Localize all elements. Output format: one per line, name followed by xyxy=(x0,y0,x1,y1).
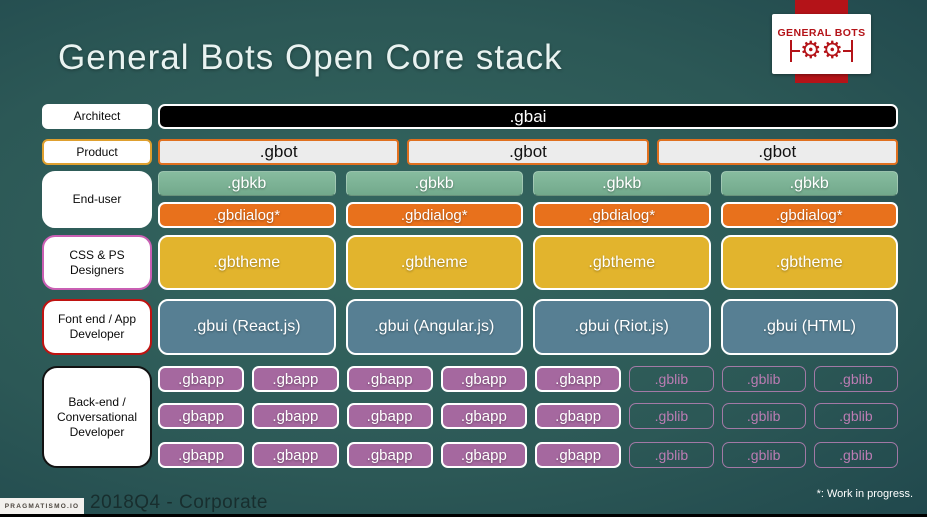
gbkb-box: .gbkb xyxy=(158,171,336,196)
gbapp-box: .gbapp xyxy=(535,442,622,468)
gbdialog-box: .gbdialog* xyxy=(158,202,336,228)
gbot-box: .gbot xyxy=(158,139,400,165)
role-label-front-end-app-developer: Font end / App Developer xyxy=(42,299,152,355)
gbapp-box: .gbapp xyxy=(346,366,433,392)
gblib-box: .gblib xyxy=(721,366,806,392)
role-label-product: Product xyxy=(42,139,152,165)
gblib-box: .gblib xyxy=(813,403,898,429)
stack-diagram: .gbai .gbot .gbot .gbot .gbkb .gbkb .gbk… xyxy=(158,104,898,468)
gblib-box: .gblib xyxy=(629,442,714,468)
gblib-box: .gblib xyxy=(629,366,714,392)
gblib-box: .gblib xyxy=(629,403,714,429)
slide-canvas: General Bots Open Core stack GENERAL BOT… xyxy=(0,0,927,517)
gbapp-box: .gbapp xyxy=(535,403,622,429)
pragmatismo-brand-chip: PRAGMATISMO.IO xyxy=(0,498,84,514)
gbapp-box: .gbapp xyxy=(158,442,245,468)
role-label-back-end-conversational-developer: Back-end / Conversational Developer xyxy=(42,366,152,468)
double-gear-icon: ⚙ ⚙ xyxy=(789,36,854,64)
gbot-box: .gbot xyxy=(656,139,898,165)
gbtheme-box: .gbtheme xyxy=(158,235,336,290)
gbdialog-box: .gbdialog* xyxy=(533,202,711,228)
gbapp-box: .gbapp xyxy=(252,403,339,429)
role-label-architect: Architect xyxy=(42,104,152,129)
gbapp-box: .gbapp xyxy=(440,403,527,429)
gblib-box: .gblib xyxy=(721,403,806,429)
gbapp-box: .gbapp xyxy=(252,442,339,468)
gbapp-box: .gbapp xyxy=(346,442,433,468)
gbkb-box: .gbkb xyxy=(720,171,898,196)
gbapp-box: .gbapp xyxy=(440,442,527,468)
slide-footer-label: 2018Q4 - Corporate xyxy=(90,492,268,513)
row-gbot: .gbot .gbot .gbot xyxy=(158,139,898,165)
row-gbdialog: .gbdialog* .gbdialog* .gbdialog* .gbdial… xyxy=(158,202,898,228)
pragmatismo-brand-label: PRAGMATISMO.IO xyxy=(4,502,80,510)
gbapp-box: .gbapp xyxy=(346,403,433,429)
gblib-box: .gblib xyxy=(813,366,898,392)
page-title: General Bots Open Core stack xyxy=(58,38,563,77)
work-in-progress-note: *: Work in progress. xyxy=(816,488,913,500)
row-gbapp-2: .gbapp .gbapp .gbapp .gbapp .gbapp .gbli… xyxy=(158,403,898,429)
gbapp-box: .gbapp xyxy=(158,366,245,392)
gbapp-box: .gbapp xyxy=(535,366,622,392)
role-label-css-ps-designers: CSS & PS Designers xyxy=(42,235,152,290)
gblib-box: .gblib xyxy=(813,442,898,468)
gbapp-box: .gbapp xyxy=(440,366,527,392)
row-gbui: .gbui (React.js) .gbui (Angular.js) .gbu… xyxy=(158,299,898,355)
gbtheme-box: .gbtheme xyxy=(345,235,523,290)
gbai-box: .gbai xyxy=(158,104,898,129)
general-bots-logo: GENERAL BOTS ⚙ ⚙ xyxy=(772,14,871,74)
gbtheme-box: .gbtheme xyxy=(720,235,898,290)
row-gbapp-3: .gbapp .gbapp .gbapp .gbapp .gbapp .gbli… xyxy=(158,442,898,468)
gbapp-box: .gbapp xyxy=(252,366,339,392)
gbui-angular-box: .gbui (Angular.js) xyxy=(345,299,523,355)
gblib-box: .gblib xyxy=(721,442,806,468)
gbdialog-box: .gbdialog* xyxy=(720,202,898,228)
gbapp-box: .gbapp xyxy=(158,403,245,429)
gbui-riot-box: .gbui (Riot.js) xyxy=(533,299,711,355)
role-label-end-user: End-user xyxy=(42,171,152,228)
gbui-react-box: .gbui (React.js) xyxy=(158,299,336,355)
logo-bar-right xyxy=(851,39,854,62)
logo-line-left xyxy=(791,49,800,52)
row-gbtheme: .gbtheme .gbtheme .gbtheme .gbtheme xyxy=(158,235,898,290)
gear-icon: ⚙ xyxy=(799,36,822,64)
gbkb-box: .gbkb xyxy=(345,171,523,196)
row-gbkb: .gbkb .gbkb .gbkb .gbkb xyxy=(158,171,898,196)
gbtheme-box: .gbtheme xyxy=(533,235,711,290)
gbkb-box: .gbkb xyxy=(533,171,711,196)
gbot-box: .gbot xyxy=(407,139,649,165)
row-gbapp-1: .gbapp .gbapp .gbapp .gbapp .gbapp .gbli… xyxy=(158,366,898,392)
gbdialog-box: .gbdialog* xyxy=(345,202,523,228)
gear-icon: ⚙ xyxy=(821,36,844,64)
gbui-html-box: .gbui (HTML) xyxy=(720,299,898,355)
row-gbai: .gbai xyxy=(158,104,898,129)
logo-line-right xyxy=(843,49,852,52)
